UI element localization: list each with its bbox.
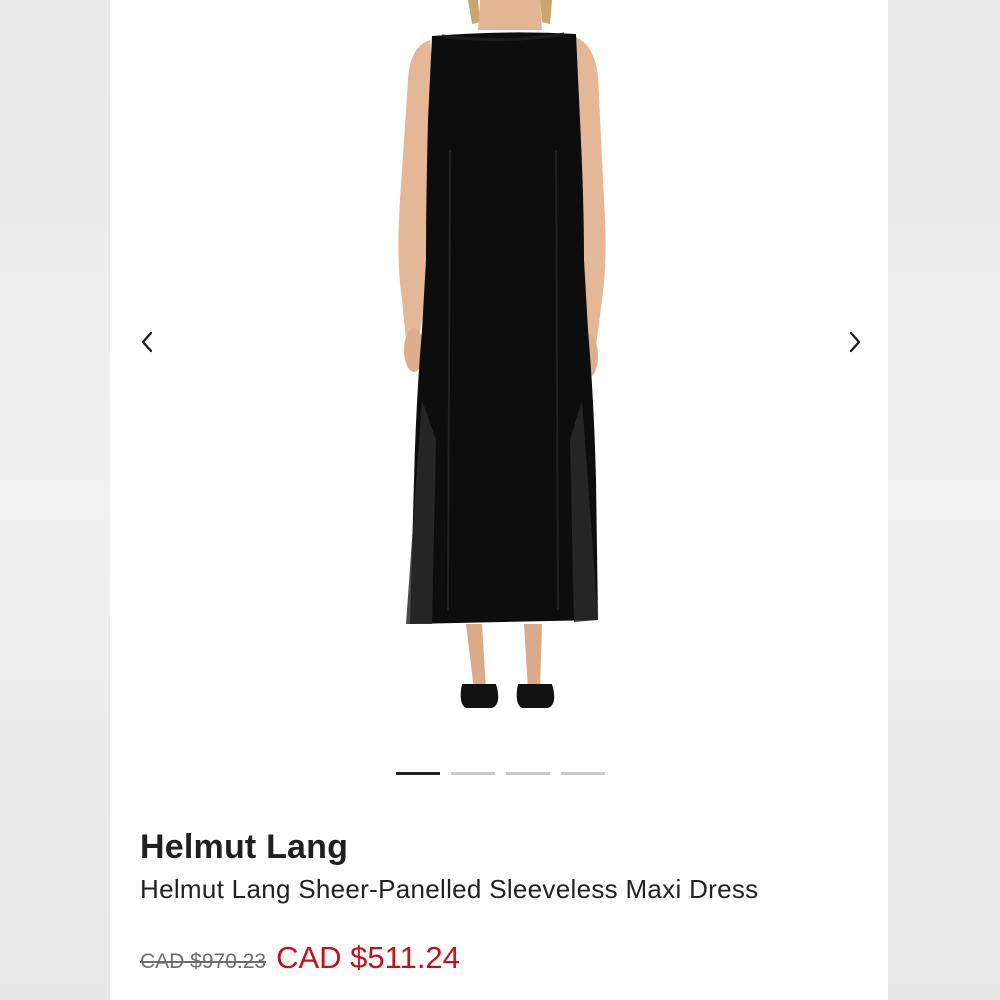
pagination-dot-3[interactable] <box>506 772 550 775</box>
gallery-pagination <box>396 772 605 775</box>
chevron-left-icon <box>141 331 153 353</box>
next-image-button[interactable] <box>837 322 873 362</box>
pagination-dot-2[interactable] <box>451 772 495 775</box>
right-background <box>888 0 1000 1000</box>
image-gallery[interactable] <box>110 0 888 750</box>
original-price: CAD $970.23 <box>140 950 267 973</box>
product-card: Helmut Lang Helmut Lang Sheer-Panelled S… <box>110 0 888 1000</box>
chevron-right-icon <box>849 331 861 353</box>
sale-price: CAD $511.24 <box>276 940 460 975</box>
left-background <box>0 0 110 1000</box>
price-block: CAD $970.23 CAD $511.24 <box>140 940 460 976</box>
previous-image-button[interactable] <box>129 322 165 362</box>
product-image <box>398 0 606 708</box>
product-title: Helmut Lang Sheer-Panelled Sleeveless Ma… <box>140 874 759 904</box>
brand-name[interactable]: Helmut Lang <box>140 828 348 867</box>
pagination-dot-1[interactable] <box>396 772 440 775</box>
pagination-dot-4[interactable] <box>561 772 605 775</box>
